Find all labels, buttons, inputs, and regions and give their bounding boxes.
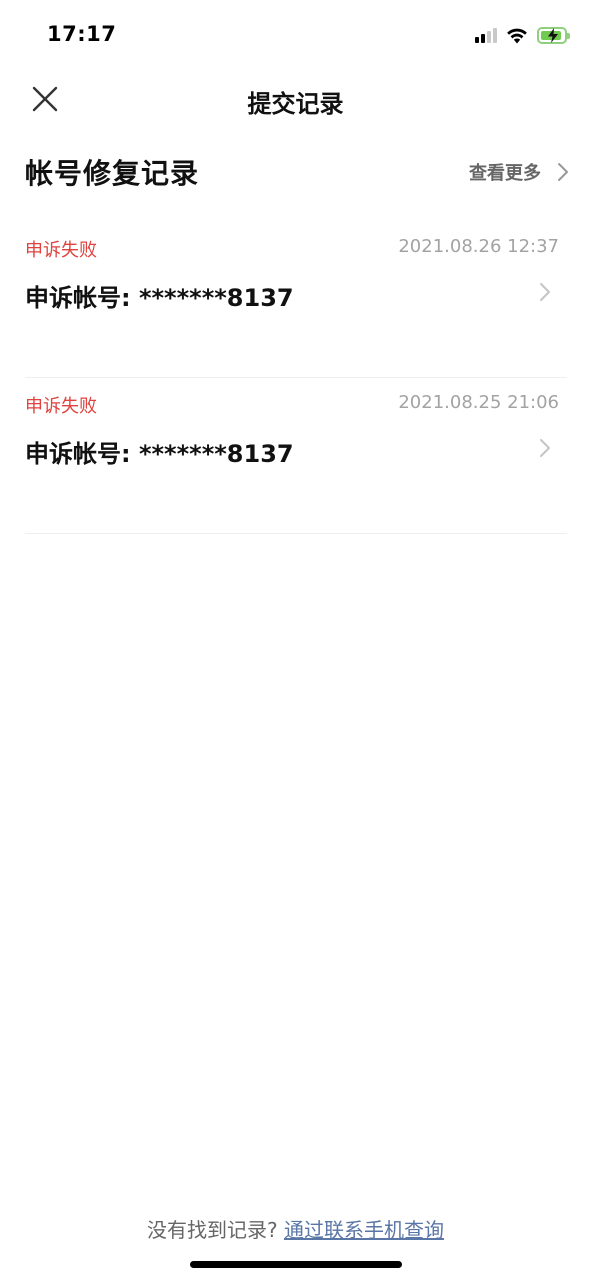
status-time: 17:17 xyxy=(47,22,117,46)
chevron-right-icon xyxy=(540,283,550,301)
battery-charging-icon xyxy=(537,26,570,44)
chevron-right-icon xyxy=(558,163,568,181)
record-list: 申诉失败 2021.08.26 12:37 申诉帐号: *******8137 … xyxy=(25,222,567,534)
record-status: 申诉失败 xyxy=(25,396,97,417)
status-bar: 17:17 xyxy=(0,0,591,70)
contact-phone-link[interactable]: 通过联系手机查询 xyxy=(284,1218,444,1242)
section-title: 帐号修复记录 xyxy=(25,157,200,190)
record-item[interactable]: 申诉失败 2021.08.25 21:06 申诉帐号: *******8137 xyxy=(25,378,567,534)
record-account: 申诉帐号: *******8137 xyxy=(25,440,294,468)
footer-prompt: 没有找到记录? xyxy=(147,1218,278,1242)
wifi-icon xyxy=(507,28,527,44)
chevron-right-icon xyxy=(540,439,550,457)
signal-icon xyxy=(475,27,497,43)
footer: 没有找到记录? 通过联系手机查询 xyxy=(0,1214,591,1243)
nav-bar: 提交记录 xyxy=(0,70,591,130)
record-account: 申诉帐号: *******8137 xyxy=(25,284,294,312)
home-indicator xyxy=(190,1261,402,1268)
page-title: 提交记录 xyxy=(247,90,344,118)
section-header: 帐号修复记录 查看更多 xyxy=(25,150,569,194)
record-item[interactable]: 申诉失败 2021.08.26 12:37 申诉帐号: *******8137 xyxy=(25,222,567,378)
record-date: 2021.08.25 21:06 xyxy=(398,392,559,413)
view-more-button[interactable]: 查看更多 xyxy=(469,159,569,185)
status-icons xyxy=(475,24,570,46)
record-date: 2021.08.26 12:37 xyxy=(398,236,559,257)
record-status: 申诉失败 xyxy=(25,240,97,261)
view-more-label: 查看更多 xyxy=(469,163,541,184)
